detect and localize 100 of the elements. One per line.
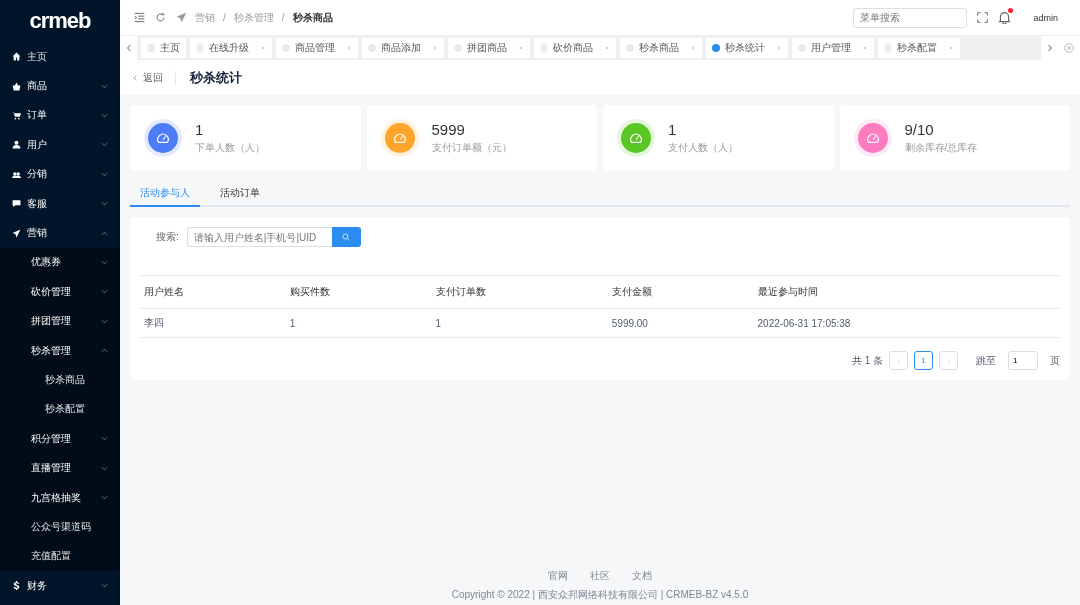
previous-page-button[interactable]: [889, 351, 908, 370]
menu-item[interactable]: 订单: [0, 100, 120, 131]
stat-value: 1: [668, 121, 678, 138]
menu-item[interactable]: 充值配置: [0, 541, 120, 572]
column-header: 用户姓名: [140, 275, 286, 309]
menu-item[interactable]: 客服: [0, 188, 120, 219]
tab-label: 主页: [160, 41, 180, 55]
gauge-icon: [865, 131, 880, 145]
tab-label: 砍价商品: [553, 41, 593, 55]
stat-value: 1: [195, 121, 205, 138]
menu-item[interactable]: 积分管理: [0, 424, 120, 454]
menu-item[interactable]: 主页: [0, 42, 120, 72]
menu-item[interactable]: 砍价管理: [0, 277, 120, 307]
user-name[interactable]: admin: [1033, 12, 1058, 23]
menu-item[interactable]: 直播管理: [0, 453, 120, 483]
stat-value: 9/10: [904, 121, 935, 138]
menu-item[interactable]: 秒杀商品: [0, 365, 120, 395]
search-field[interactable]: 菜单搜索: [853, 7, 968, 28]
bell-icon: [998, 11, 1012, 24]
page-tab[interactable]: 商品添加: [362, 38, 444, 58]
table-cell: 1: [285, 308, 432, 338]
footer-link[interactable]: 官网: [548, 569, 568, 583]
page-tab[interactable]: 商品管理: [276, 38, 358, 58]
stat-label: 剩余库存/总库存: [904, 141, 978, 155]
menu-item[interactable]: 财务: [0, 571, 120, 601]
chat-icon: [12, 199, 21, 209]
total-count: 共 1 条: [851, 353, 883, 368]
tab-label: 商品管理: [295, 41, 335, 55]
table-cell: 1: [431, 308, 608, 338]
menu-item[interactable]: 秒杀配置: [0, 394, 120, 425]
cart-icon: [12, 110, 21, 120]
chevron-left-icon: [132, 74, 138, 81]
table-cell: 2022-06-31 17:05:38: [753, 308, 1060, 338]
search-label: 搜索:: [156, 230, 179, 244]
menu-item[interactable]: 用户: [0, 130, 120, 160]
menu-item[interactable]: 分销: [0, 159, 120, 189]
content-tab[interactable]: 活动订单: [210, 183, 270, 207]
home-icon: [12, 52, 21, 62]
tab-label: 秒杀配置: [897, 41, 937, 55]
chevron-left-icon: [895, 357, 902, 364]
column-header: 购买件数: [285, 275, 432, 309]
page-tab[interactable]: 在线升级: [190, 38, 272, 58]
column-header: 支付金额: [607, 275, 754, 309]
tab-label: 在线升级: [209, 41, 249, 55]
chevron-right-icon: [1045, 44, 1054, 52]
search-field[interactable]: 请输入用户姓名|手机号|UID: [186, 227, 332, 247]
copyright-text: Copyright © 2022 | 西安众邦网络科技有限公司 | CRMEB-BZ v4.5.0: [451, 588, 749, 602]
menu-item[interactable]: 九宫格抽奖: [0, 482, 120, 513]
table-cell: 5999.00: [607, 308, 754, 338]
gauge-icon: [156, 131, 170, 145]
fullscreen-icon: [977, 12, 989, 23]
send-icon: [12, 228, 21, 238]
footer-link[interactable]: 文档: [632, 569, 652, 583]
column-header: 支付订单数: [431, 275, 608, 309]
page-tab[interactable]: 秒杀商品: [620, 38, 702, 58]
menu-item[interactable]: 秒杀管理: [0, 335, 120, 366]
status-dot: [712, 44, 720, 52]
scroll-left-button[interactable]: [120, 35, 137, 61]
search-icon: [342, 233, 351, 241]
menu-item[interactable]: 营销: [0, 218, 120, 248]
tab-label: 拼团商品: [467, 41, 507, 55]
jump-label: 跳至: [976, 353, 996, 368]
chevron-left-icon: [124, 44, 133, 52]
menu-item[interactable]: 优惠券: [0, 247, 120, 278]
page-tab[interactable]: 秒杀配置: [878, 38, 960, 58]
next-page-button[interactable]: [939, 351, 958, 370]
gauge-icon: [629, 131, 643, 145]
dollar-icon: [12, 581, 21, 591]
stat-label: 支付订单额（元）: [431, 141, 512, 155]
refresh-icon: [155, 12, 166, 23]
search-button[interactable]: [331, 227, 361, 247]
tab-label: 秒杀统计: [725, 41, 765, 55]
tab-label: 用户管理: [811, 41, 851, 55]
page-unit: 页: [1050, 353, 1060, 368]
breadcrumb-separator: /: [281, 12, 285, 23]
footer-link[interactable]: 社区: [590, 569, 610, 583]
menu-icon: [134, 12, 145, 23]
page-input[interactable]: 1: [1008, 351, 1038, 370]
page-tab[interactable]: 主页: [141, 38, 186, 58]
logo: crmeb: [28, 7, 92, 35]
stat-value: 5999: [431, 121, 466, 138]
breadcrumb-item: 秒杀商品: [292, 10, 333, 25]
basket-icon: [12, 81, 21, 91]
table-cell: 李四: [140, 308, 286, 338]
tab-label: 商品添加: [381, 41, 421, 55]
menu-item[interactable]: 商品: [0, 71, 120, 101]
menu-item[interactable]: 拼团管理: [0, 306, 120, 336]
page-tab[interactable]: 秒杀统计: [706, 38, 788, 58]
page-tab[interactable]: 拼团商品: [448, 38, 530, 58]
menu-item[interactable]: 公众号渠道码: [0, 512, 120, 542]
breadcrumb-separator: /: [223, 12, 226, 23]
page-button[interactable]: 1: [914, 351, 933, 370]
back-link[interactable]: 返回: [132, 70, 176, 85]
chevron-right-icon: [945, 357, 952, 364]
people-icon: [12, 169, 21, 179]
page-tab[interactable]: 砍价商品: [534, 38, 616, 58]
close-circle-icon: [1064, 43, 1074, 53]
page-tab[interactable]: 用户管理: [792, 38, 874, 58]
gauge-icon: [392, 131, 407, 145]
column-header: 最近参与时间: [753, 275, 1060, 309]
